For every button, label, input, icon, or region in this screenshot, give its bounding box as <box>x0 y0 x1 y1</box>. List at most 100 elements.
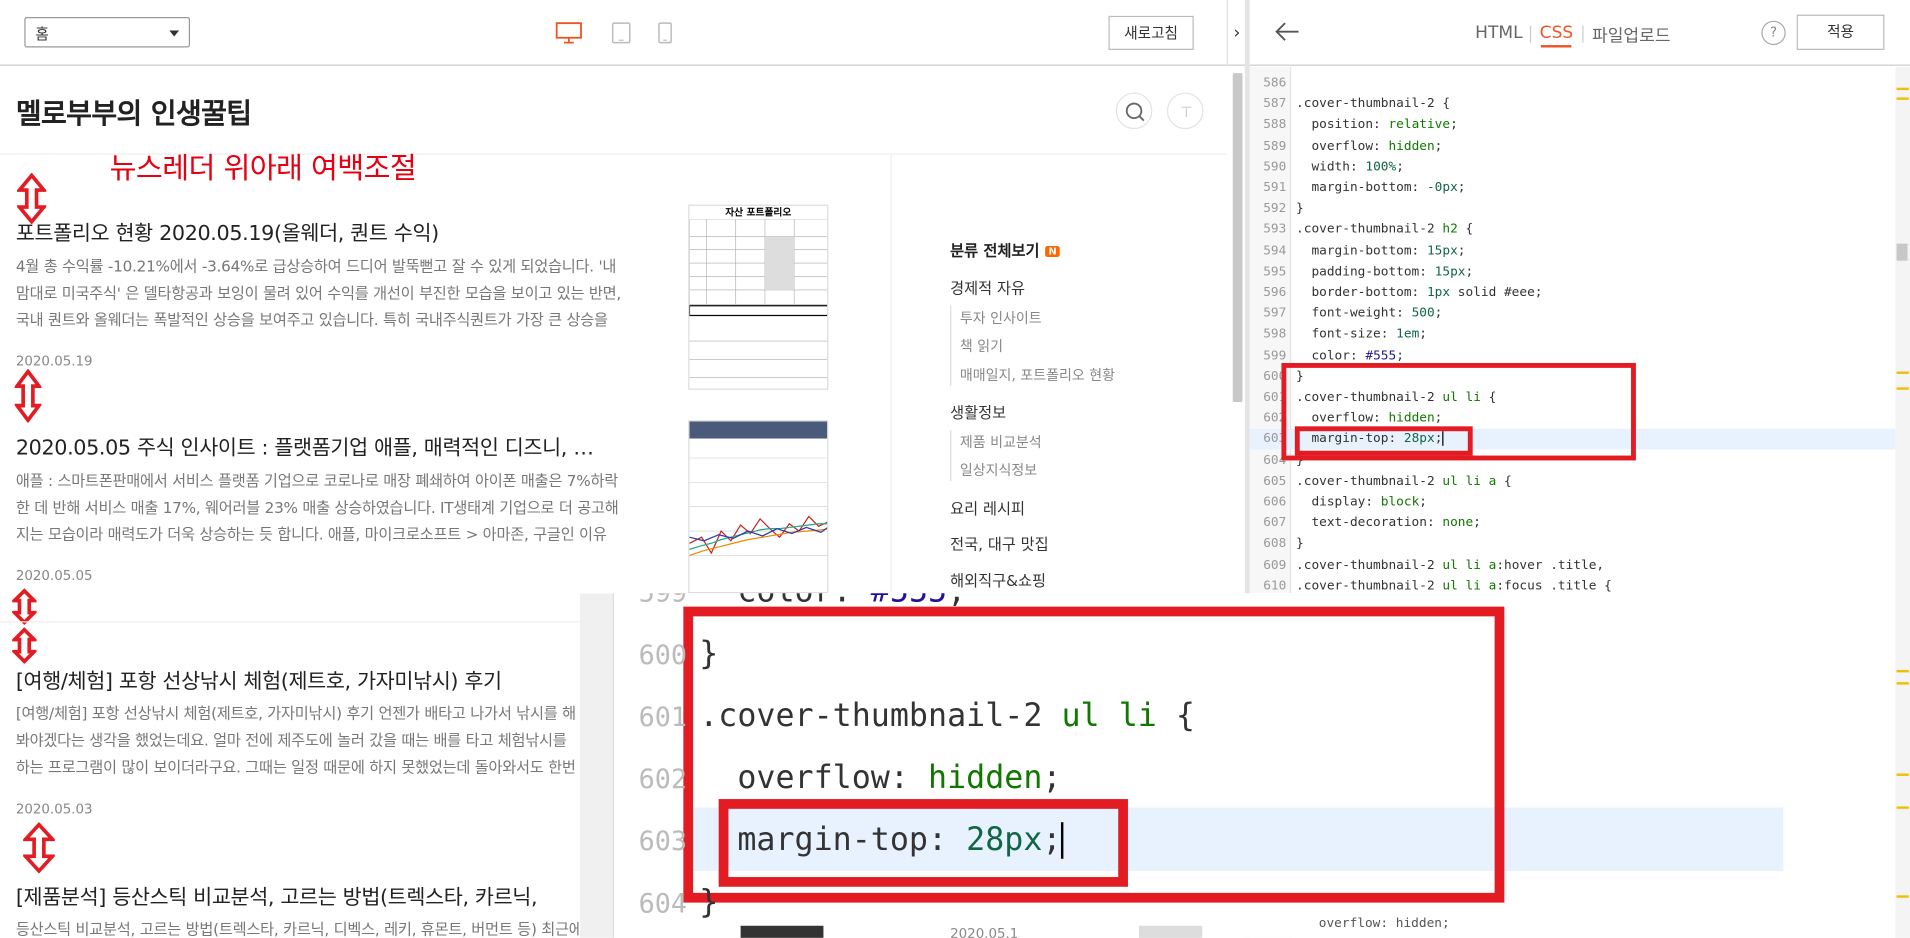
post-title[interactable]: [제품분석] 등산스틱 비교분석, 고르는 방법(트렉스타, 카르닉, <box>16 879 538 910</box>
code-line[interactable]: 593 .cover-thumbnail-2 h2 { <box>1250 220 1896 241</box>
code-line[interactable]: 597 font-weight: 500; <box>1250 304 1896 325</box>
post-excerpt: 등산스틱 비교분석, 고르는 방법(트렉스타, 카르닉, 디벡스, 레키, 휴몬… <box>15 919 583 938</box>
line-number: 605 <box>1263 473 1287 489</box>
line-number: 592 <box>1263 201 1287 216</box>
code-line[interactable]: 606 display: block; <box>1250 492 1896 513</box>
post-date: 2020.05.03 <box>15 801 93 818</box>
collapse-panel-button[interactable]: › <box>1226 0 1247 66</box>
code-text: } <box>1296 536 1304 552</box>
code-line[interactable]: 595 padding-bottom: 15px; <box>1250 262 1896 283</box>
sidebar-all-label: 분류 전체보기 <box>950 241 1040 260</box>
help-icon[interactable]: ? <box>1761 20 1786 46</box>
line-number: 589 <box>1263 138 1287 153</box>
post-thumbnail[interactable]: 자산 포트폴리오 <box>688 204 829 390</box>
sidebar-sub-item[interactable]: 책 읽기 <box>960 336 1003 355</box>
refresh-button[interactable]: 새로고침 <box>1108 15 1194 50</box>
code-line[interactable]: 590 width: 100%; <box>1250 157 1896 178</box>
code-text: } <box>1296 201 1304 216</box>
post-title[interactable]: 2020.05.05 주식 인사이트 : 플랫폼기업 애플, 매력적인 디즈니,… <box>16 430 594 460</box>
sidebar-item-life[interactable]: 생활정보 <box>950 400 1006 423</box>
tab-file-upload[interactable]: 파일업로드 <box>1592 23 1670 47</box>
code-line[interactable]: 608} <box>1250 534 1896 555</box>
annotation-text: 뉴스레더 위아래 여백조절 <box>109 151 417 186</box>
line-number: 600 <box>638 640 688 672</box>
search-icon[interactable] <box>1115 92 1153 130</box>
code-line[interactable]: 587 .cover-thumbnail-2 { <box>1250 94 1896 115</box>
code-line[interactable]: 605 .cover-thumbnail-2 ul li a { <box>1250 471 1896 492</box>
sidebar-sub-item[interactable]: 제품 비교분석 <box>960 432 1042 451</box>
post-thumbnail[interactable] <box>688 420 829 594</box>
code-line[interactable]: 594 margin-bottom: 15px; <box>1250 241 1896 262</box>
code-line[interactable]: 596 border-bottom: 1px solid #eee; <box>1250 283 1896 304</box>
code-text: position: relative; <box>1296 117 1458 133</box>
scroll-marker <box>1896 371 1909 374</box>
code-text: font-weight: 500; <box>1296 305 1443 321</box>
sidebar-item-recipe[interactable]: 요리 레시피 <box>950 496 1025 519</box>
line-number: 607 <box>1263 515 1287 531</box>
line-number: 609 <box>1263 557 1287 573</box>
sidebar-sub-item[interactable]: 매매일지, 포트폴리오 현황 <box>960 365 1115 384</box>
tab-separator <box>1582 25 1584 43</box>
code-line[interactable]: 598 font-size: 1em; <box>1250 324 1896 345</box>
sidebar-sub-item[interactable]: 일상지식정보 <box>960 460 1037 479</box>
sidebar-sub-item[interactable]: 투자 인사이트 <box>960 308 1042 327</box>
code-line[interactable]: 589 overflow: hidden; <box>1250 136 1896 157</box>
line-number: 591 <box>1263 180 1287 195</box>
tablet-view-icon[interactable] <box>611 22 631 49</box>
code-text: padding-bottom: 15px; <box>1296 264 1474 279</box>
scroll-marker <box>1896 387 1909 390</box>
line-number: 606 <box>1263 494 1287 510</box>
scroll-marker <box>1896 806 1909 809</box>
preview-scrollbar[interactable] <box>1232 73 1243 402</box>
line-number: 587 <box>1263 96 1287 112</box>
line-number: 598 <box>1263 326 1287 342</box>
double-arrow-icon <box>10 588 39 629</box>
zoom-code-line: 602 overflow: hidden; <box>614 747 1893 810</box>
editor-scroll-thumb[interactable] <box>1896 243 1908 261</box>
sidebar-sub-divider <box>950 429 952 482</box>
page-select[interactable]: 홈 <box>24 17 191 48</box>
code-text: .cover-thumbnail-2 { <box>1296 96 1451 112</box>
code-line[interactable]: 586 <box>1250 73 1896 94</box>
code-line[interactable]: 607 text-decoration: none; <box>1250 513 1896 534</box>
desktop-view-icon[interactable] <box>555 22 582 49</box>
line-number: 604 <box>638 889 688 920</box>
line-number: 594 <box>1263 243 1287 258</box>
code-text: color: #555; <box>699 593 966 610</box>
sidebar-sub-divider <box>950 305 952 387</box>
apply-button[interactable]: 적용 <box>1796 14 1885 50</box>
blog-title[interactable]: 멜로부부의 인생꿀팁 <box>16 90 252 131</box>
line-number: 595 <box>1263 264 1287 279</box>
back-arrow-icon[interactable] <box>1274 19 1301 48</box>
post-title[interactable]: 포트폴리오 현황 2020.05.19(올웨더, 퀀트 수익) <box>16 216 439 246</box>
tab-css[interactable]: CSS <box>1540 23 1574 42</box>
line-number: 599 <box>638 593 688 610</box>
scroll-marker <box>1896 87 1909 91</box>
scroll-marker <box>1896 669 1909 673</box>
code-text: overflow: hidden; <box>1296 138 1443 153</box>
mobile-view-icon[interactable] <box>658 22 673 49</box>
double-arrow-icon <box>13 368 43 427</box>
code-text: margin-bottom: -0px; <box>1296 180 1466 195</box>
line-number: 588 <box>1263 117 1287 133</box>
code-line[interactable]: 591 margin-bottom: -0px; <box>1250 178 1896 199</box>
code-text: display: block; <box>1296 494 1427 510</box>
code-line[interactable]: 588 position: relative; <box>1250 115 1896 136</box>
line-number: 601 <box>638 702 688 734</box>
code-line[interactable]: 592} <box>1250 199 1896 220</box>
line-number: 602 <box>638 764 688 796</box>
sidebar-item-shopping[interactable]: 해외직구&쇼핑 <box>950 568 1046 591</box>
line-number: 590 <box>1263 159 1287 174</box>
double-arrow-icon <box>10 627 39 668</box>
code-line[interactable]: 609 .cover-thumbnail-2 ul li a:hover .tit… <box>1250 555 1896 576</box>
thumb-title: 자산 포트폴리오 <box>725 207 792 219</box>
top-button-icon[interactable] <box>1166 92 1204 130</box>
sidebar-item-economy[interactable]: 경제적 자유 <box>950 275 1025 298</box>
tab-html[interactable]: HTML <box>1475 23 1522 42</box>
line-number: 608 <box>1263 536 1287 552</box>
sidebar-all-categories[interactable]: 분류 전체보기 N <box>950 238 1061 261</box>
post-excerpt: 애플 : 스마트폰판매에서 서비스 플랫폼 기업으로 코로나로 매장 폐쇄하여 … <box>15 471 619 544</box>
sidebar-item-restaurants[interactable]: 전국, 대구 맛집 <box>950 531 1049 554</box>
post-title[interactable]: [여행/체험] 포항 선상낚시 체험(제트호, 가자미낚시) 후기 <box>16 664 502 694</box>
active-tab-underline <box>1540 45 1572 48</box>
